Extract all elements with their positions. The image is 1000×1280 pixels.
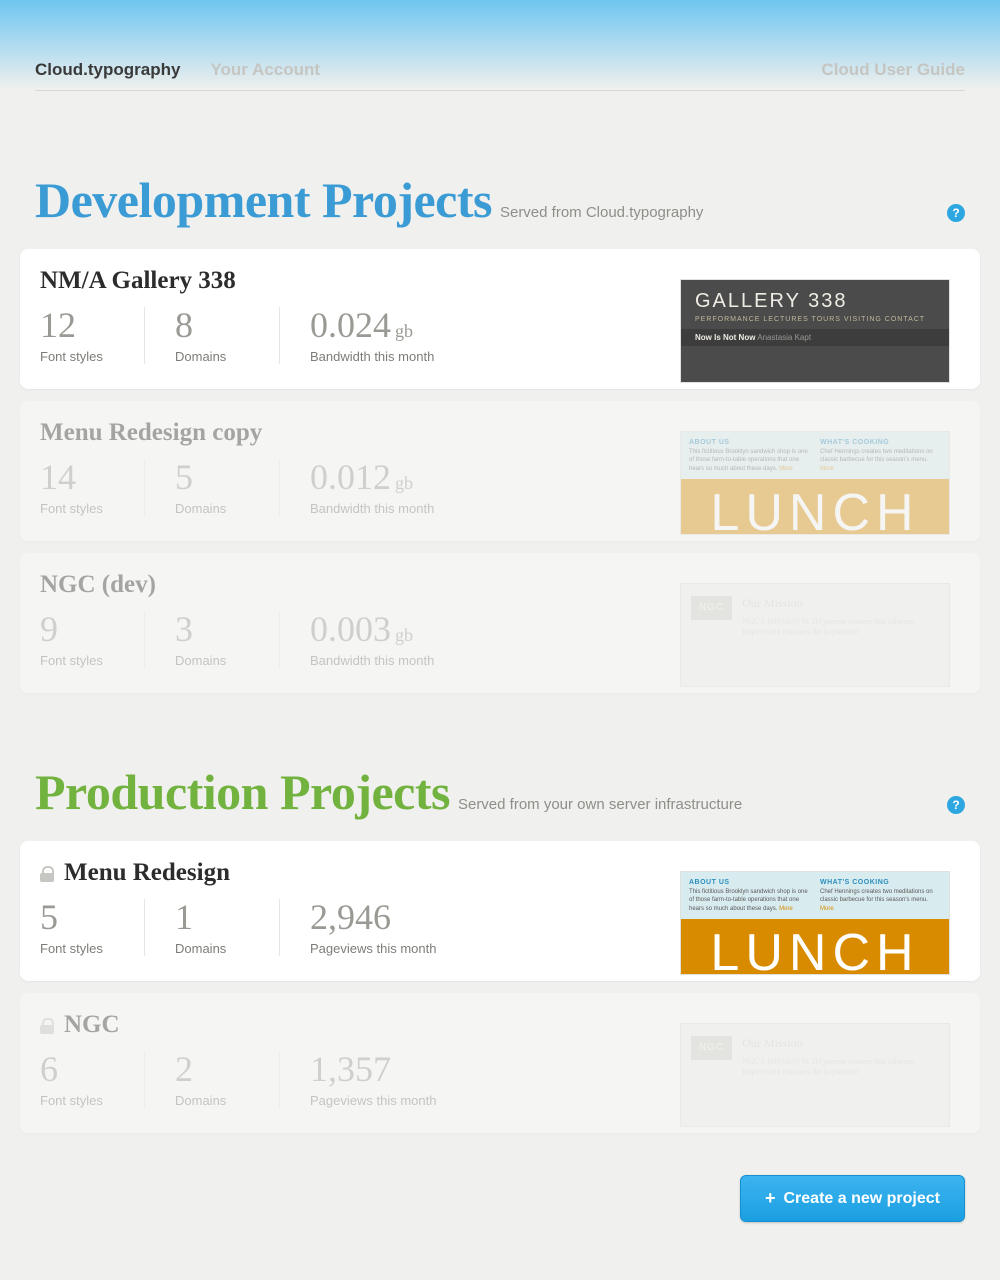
pv-side: NGC	[691, 596, 732, 620]
preview-thumbnail: ABOUT USThis fictitious Brooklyn sandwic…	[680, 871, 950, 975]
font-count: 9	[40, 611, 114, 647]
font-label: Font styles	[40, 349, 114, 364]
domain-label: Domains	[175, 349, 249, 364]
pageviews-value: 2,946	[310, 899, 436, 935]
pageviews-label: Pageviews this month	[310, 1093, 436, 1108]
project-name: NGC	[64, 1011, 120, 1039]
pv-more: More	[779, 906, 793, 912]
project-card[interactable]: NM/A Gallery 338 12Font styles 8Domains …	[20, 249, 980, 389]
plus-icon: +	[765, 1188, 776, 1209]
bandwidth-value: 0.024	[310, 305, 391, 345]
pv-tags: PERFORMANCE LECTURES TOURS VISITING CONT…	[695, 316, 935, 323]
domain-count: 2	[175, 1051, 249, 1087]
create-project-button[interactable]: + Create a new project	[740, 1175, 965, 1222]
font-label: Font styles	[40, 941, 114, 956]
pv-now: Now Is Not Now	[695, 333, 755, 342]
account-link[interactable]: Your Account	[210, 60, 320, 80]
dev-title: Development Projects	[35, 171, 492, 229]
top-nav: Cloud.typography Your Account Cloud User…	[35, 0, 965, 91]
gb-unit: gb	[395, 321, 413, 341]
pv-big: LUNCH	[681, 479, 949, 534]
bandwidth-value: 0.012	[310, 457, 391, 497]
pv-head: Our Mission	[742, 1036, 939, 1051]
project-card[interactable]: Menu Redesign 5 Font styles 1 Domains 2,94…	[20, 841, 980, 981]
domain-count: 8	[175, 307, 249, 343]
pv-h: ABOUT US	[689, 439, 730, 446]
bandwidth-label: Bandwidth this month	[310, 501, 434, 516]
pv-body: NGC'S MISSION IS TO present content that…	[742, 1057, 939, 1078]
pv-h: WHAT'S COOKING	[820, 439, 889, 446]
lock-icon	[40, 866, 54, 880]
font-count: 5	[40, 899, 114, 935]
pv-more: More	[820, 906, 834, 912]
domain-label: Domains	[175, 941, 249, 956]
pv-head: Our Mission	[742, 596, 939, 611]
domain-count: 5	[175, 459, 249, 495]
bandwidth-value: 0.003	[310, 609, 391, 649]
preview-thumbnail: GALLERY 338 PERFORMANCE LECTURES TOURS V…	[680, 279, 950, 383]
pv-title: GALLERY 338	[695, 290, 935, 313]
guide-link[interactable]: Cloud User Guide	[821, 60, 965, 80]
prod-title: Production Projects	[35, 763, 450, 821]
domain-label: Domains	[175, 1093, 249, 1108]
dev-section-header: Development Projects Served from Cloud.t…	[35, 171, 965, 229]
help-icon[interactable]: ?	[947, 204, 965, 222]
project-name: Menu Redesign	[64, 859, 230, 887]
domain-count: 1	[175, 899, 249, 935]
prod-section-header: Production Projects Served from your own…	[35, 763, 965, 821]
pv-h: WHAT'S COOKING	[820, 879, 889, 886]
font-count: 6	[40, 1051, 114, 1087]
pv-body: NGC'S MISSION IS TO present content that…	[742, 617, 939, 638]
dev-subtitle: Served from Cloud.typography	[500, 204, 703, 221]
preview-thumbnail: ABOUT USThis fictitious Brooklyn sandwic…	[680, 431, 950, 535]
pv-more: More	[820, 466, 834, 472]
domain-label: Domains	[175, 653, 249, 668]
pv-sub: Anastasia Kapt	[757, 333, 811, 342]
pv-side: NGC	[691, 1036, 732, 1060]
pv-t: Chef Hennings creates two meditations on…	[820, 449, 933, 463]
font-label: Font styles	[40, 501, 114, 516]
gb-unit: gb	[395, 625, 413, 645]
pv-more: More	[779, 466, 793, 472]
font-count: 12	[40, 307, 114, 343]
pv-h: ABOUT US	[689, 879, 730, 886]
preview-thumbnail: NGC Our Mission NGC'S MISSION IS TO prese…	[680, 583, 950, 687]
project-card[interactable]: NGC (dev) 9Font styles 3Domains 0.003gbB…	[20, 553, 980, 693]
font-label: Font styles	[40, 653, 114, 668]
pageviews-value: 1,357	[310, 1051, 436, 1087]
font-count: 14	[40, 459, 114, 495]
domain-count: 3	[175, 611, 249, 647]
font-label: Font styles	[40, 1093, 114, 1108]
bandwidth-label: Bandwidth this month	[310, 349, 434, 364]
create-label: Create a new project	[784, 1190, 941, 1208]
domain-label: Domains	[175, 501, 249, 516]
pv-big: LUNCH	[681, 919, 949, 974]
gb-unit: gb	[395, 473, 413, 493]
help-icon[interactable]: ?	[947, 796, 965, 814]
project-card[interactable]: NGC 6 Font styles 2 Domains 1,357 Pageviews…	[20, 993, 980, 1133]
lock-icon	[40, 1018, 54, 1032]
bandwidth-label: Bandwidth this month	[310, 653, 434, 668]
pv-t: Chef Hennings creates two meditations on…	[820, 889, 933, 903]
brand-link[interactable]: Cloud.typography	[35, 60, 180, 80]
project-card[interactable]: Menu Redesign copy 14Font styles 5Domain…	[20, 401, 980, 541]
prod-subtitle: Served from your own server infrastructu…	[458, 796, 742, 813]
pageviews-label: Pageviews this month	[310, 941, 436, 956]
preview-thumbnail: NGC Our Mission NGC'S MISSION IS TO prese…	[680, 1023, 950, 1127]
